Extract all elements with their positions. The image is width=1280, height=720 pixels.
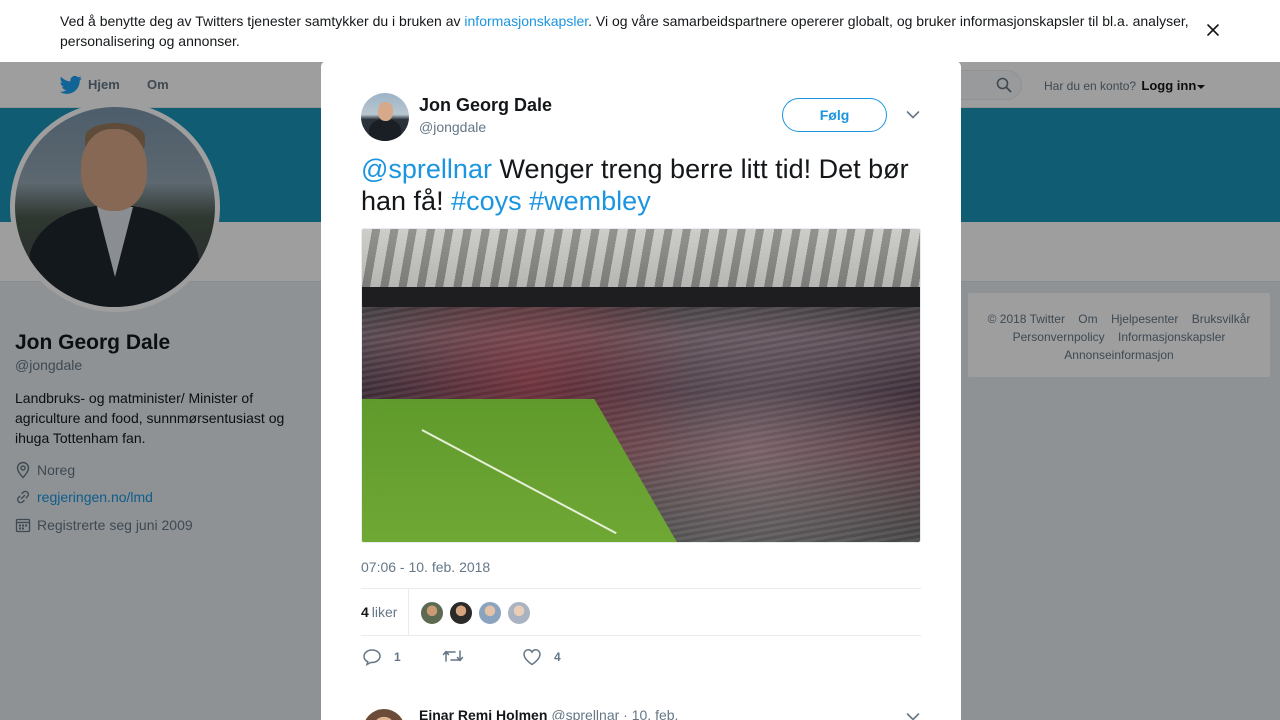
like-action[interactable]: 4 bbox=[522, 648, 561, 666]
reply-icon bbox=[363, 649, 381, 666]
likes-label: liker bbox=[371, 604, 398, 620]
cookie-close-icon[interactable] bbox=[1206, 23, 1220, 37]
hashtag-coys[interactable]: #coys bbox=[451, 186, 522, 216]
author-avatar[interactable] bbox=[361, 93, 409, 141]
liker-avatar[interactable] bbox=[449, 601, 473, 625]
reply-author-handle[interactable]: @sprellnar bbox=[551, 707, 619, 720]
chevron-down-icon[interactable] bbox=[906, 110, 920, 120]
likes-summary[interactable]: 4 liker bbox=[361, 604, 397, 620]
divider bbox=[361, 588, 921, 589]
mention-link[interactable]: @sprellnar bbox=[361, 154, 492, 184]
tweet-timestamp[interactable]: 07:06 - 10. feb. 2018 bbox=[361, 559, 490, 575]
retweet-icon bbox=[442, 650, 464, 662]
chevron-down-icon[interactable] bbox=[906, 712, 920, 720]
cookie-banner: Ved å benytte deg av Twitters tjenester … bbox=[0, 0, 1280, 62]
cookie-link[interactable]: informasjonskapsler bbox=[464, 13, 588, 29]
reply-date[interactable]: · 10. feb. bbox=[623, 707, 678, 720]
author-name[interactable]: Jon Georg Dale bbox=[419, 95, 552, 116]
liker-avatar[interactable] bbox=[507, 601, 531, 625]
cookie-text: Ved å benytte deg av Twitters tjenester … bbox=[60, 11, 1200, 51]
liker-avatar[interactable] bbox=[420, 601, 444, 625]
author-handle[interactable]: @jongdale bbox=[419, 119, 486, 135]
tweet-text: @sprellnar Wenger treng berre litt tid! … bbox=[361, 153, 921, 217]
reply-count: 1 bbox=[394, 650, 401, 664]
retweet-action[interactable] bbox=[442, 648, 464, 664]
heart-icon bbox=[523, 649, 541, 666]
divider bbox=[361, 635, 921, 636]
tweet-photo[interactable] bbox=[361, 228, 921, 543]
divider bbox=[408, 589, 409, 635]
reply-author-avatar[interactable] bbox=[363, 709, 405, 720]
likes-count: 4 bbox=[361, 604, 369, 620]
reply-header: Einar Remi Holmen @sprellnar · 10. feb. bbox=[419, 707, 678, 720]
reply-author-name[interactable]: Einar Remi Holmen bbox=[419, 707, 547, 720]
reply-action[interactable]: 1 bbox=[362, 648, 401, 666]
like-count: 4 bbox=[554, 650, 561, 664]
hashtag-wembley[interactable]: #wembley bbox=[529, 186, 651, 216]
liker-avatar[interactable] bbox=[478, 601, 502, 625]
tweet-dialog: Jon Georg Dale @jongdale Følg @sprellnar… bbox=[321, 61, 961, 720]
close-dialog-icon[interactable] bbox=[1236, 14, 1258, 36]
cookie-text-start: Ved å benytte deg av Twitters tjenester … bbox=[60, 13, 465, 29]
follow-button[interactable]: Følg bbox=[782, 98, 887, 132]
